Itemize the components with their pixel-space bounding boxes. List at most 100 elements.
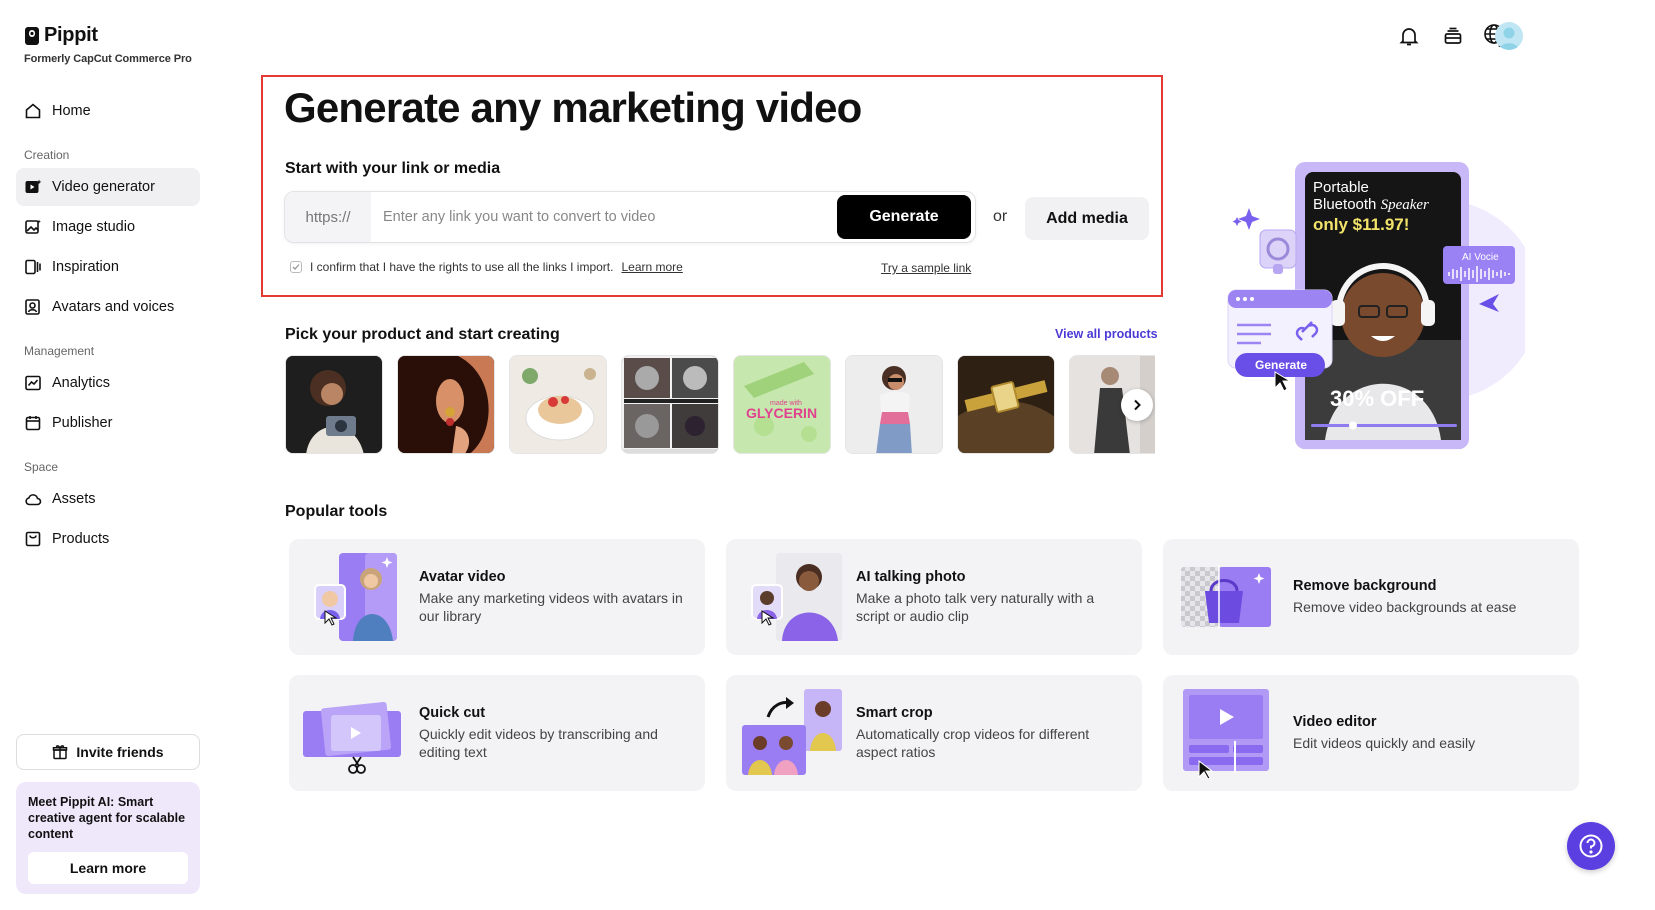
sidebar-item-label: Products [52,531,109,547]
tool-description: Make a photo talk very naturally with a … [856,589,1128,625]
invite-friends-label: Invite friends [76,744,163,760]
sidebar-item-assets[interactable]: Assets [16,480,200,518]
add-media-button[interactable]: Add media [1025,197,1149,240]
brand-logo-row[interactable]: Pippit [24,24,192,47]
tool-smart-crop[interactable]: Smart crop Automatically crop videos for… [726,675,1142,791]
tool-text: Remove background Remove video backgroun… [1293,578,1565,616]
product-card[interactable] [621,355,719,454]
sidebar: Pippit Formerly CapCut Commerce Pro Home… [0,0,212,910]
tool-video-editor[interactable]: Video editor Edit videos quickly and eas… [1163,675,1579,791]
calendar-icon [24,414,42,432]
bell-icon [1398,25,1420,47]
help-button[interactable] [1567,822,1615,870]
notification-button[interactable] [1395,22,1423,50]
try-sample-link[interactable]: Try a sample link [881,261,971,275]
pippit-logo-icon [24,26,40,46]
tool-text: Avatar video Make any marketing videos w… [419,569,691,625]
product-image-dessert [510,356,607,454]
sidebar-item-video-generator[interactable]: Video generator [16,168,200,206]
video-generator-icon [24,178,42,196]
illus-generate-label: Generate [1255,358,1307,372]
image-studio-icon [24,218,42,236]
product-card[interactable]: made withGLYCERIN [733,355,831,454]
product-strip-next-button[interactable] [1121,389,1153,421]
video-editor-illustration [1175,687,1281,779]
analytics-icon [24,374,42,392]
sidebar-item-home[interactable]: Home [16,92,200,130]
product-card[interactable] [285,355,383,454]
generate-button[interactable]: Generate [837,195,971,239]
or-separator: or [993,208,1007,226]
tool-title: Remove background [1293,578,1565,594]
nav-section-creation: Creation [16,140,200,162]
tool-description: Edit videos quickly and easily [1293,734,1565,752]
tool-description: Make any marketing videos with avatars i… [419,589,691,625]
rights-text: I confirm that I have the rights to use … [310,260,613,274]
ad-line1: Portable [1313,179,1369,196]
product-image-earring [398,356,495,454]
sidebar-item-label: Inspiration [52,259,119,275]
chevron-right-icon [1130,398,1144,412]
rights-confirmation: I confirm that I have the rights to use … [290,260,683,274]
glycerin-text: GLYCERIN [746,405,817,421]
tool-quick-cut[interactable]: Quick cut Quickly edit videos by transcr… [289,675,705,791]
brand: Pippit Formerly CapCut Commerce Pro [24,24,192,65]
tool-avatar-video[interactable]: Avatar video Make any marketing videos w… [289,539,705,655]
smart-crop-illustration [738,687,844,779]
promo-text: Meet Pippit AI: Smart creative agent for… [28,794,188,842]
product-card[interactable] [845,355,943,454]
link-input[interactable] [371,192,837,242]
avatar-voice-icon [24,298,42,316]
subscription-button[interactable] [1439,22,1467,50]
learn-more-button[interactable]: Learn more [28,852,188,884]
tool-remove-background[interactable]: Remove background Remove video backgroun… [1163,539,1579,655]
sidebar-item-label: Analytics [52,375,110,391]
product-image-glycerin: made withGLYCERIN [734,356,831,454]
sidebar-item-image-studio[interactable]: Image studio [16,208,200,246]
sidebar-item-label: Video generator [52,179,155,195]
cloud-icon [24,490,42,508]
product-image-steel-cups [622,356,719,454]
pippit-ai-promo: Meet Pippit AI: Smart creative agent for… [16,782,200,894]
tool-title: Quick cut [419,705,691,721]
learn-more-link[interactable]: Learn more [621,260,682,274]
ai-voice-label: AI Vocie [1462,252,1499,263]
invite-friends-button[interactable]: Invite friends [16,734,200,770]
product-card[interactable] [957,355,1055,454]
sidebar-item-inspiration[interactable]: Inspiration [16,248,200,286]
user-avatar[interactable] [1495,22,1523,50]
product-card[interactable] [397,355,495,454]
product-image-woman-top [846,356,943,454]
sidebar-item-publisher[interactable]: Publisher [16,404,200,442]
hero-illustration: Portable Bluetooth Speaker only $11.97! … [1225,160,1525,450]
remove-background-illustration [1175,551,1281,643]
check-icon [292,263,300,271]
avatar-video-illustration [301,551,407,643]
talking-photo-illustration [738,551,844,643]
sidebar-item-label: Avatars and voices [52,299,174,315]
sidebar-item-analytics[interactable]: Analytics [16,364,200,402]
ad-line2a: Bluetooth [1313,196,1376,213]
popular-tools-heading: Popular tools [285,503,387,521]
tool-title: AI talking photo [856,569,1128,585]
tool-description: Quickly edit videos by transcribing and … [419,725,691,761]
question-icon [1578,833,1604,859]
view-all-products-link[interactable]: View all products [1055,327,1158,341]
product-image-woman-camera [286,356,383,454]
sidebar-item-label: Home [52,103,91,119]
svg-text:Bluetooth Speaker: Bluetooth Speaker [1313,196,1429,213]
promo-title: Meet Pippit AI: [28,795,114,809]
video-ad-preview-illustration: Portable Bluetooth Speaker only $11.97! … [1225,160,1525,450]
sidebar-nav: Home Creation Video generator Image stud… [16,92,200,560]
sidebar-item-products[interactable]: Products [16,520,200,558]
tool-text: Smart crop Automatically crop videos for… [856,705,1128,761]
sidebar-item-avatars-voices[interactable]: Avatars and voices [16,288,200,326]
product-card[interactable] [509,355,607,454]
hero-subtitle: Start with your link or media [285,160,500,178]
products-heading: Pick your product and start creating [285,326,560,344]
ad-price: only $11.97! [1313,215,1409,234]
rights-checkbox[interactable] [290,261,302,273]
tool-ai-talking-photo[interactable]: AI talking photo Make a photo talk very … [726,539,1142,655]
tool-title: Smart crop [856,705,1128,721]
tool-text: AI talking photo Make a photo talk very … [856,569,1128,625]
